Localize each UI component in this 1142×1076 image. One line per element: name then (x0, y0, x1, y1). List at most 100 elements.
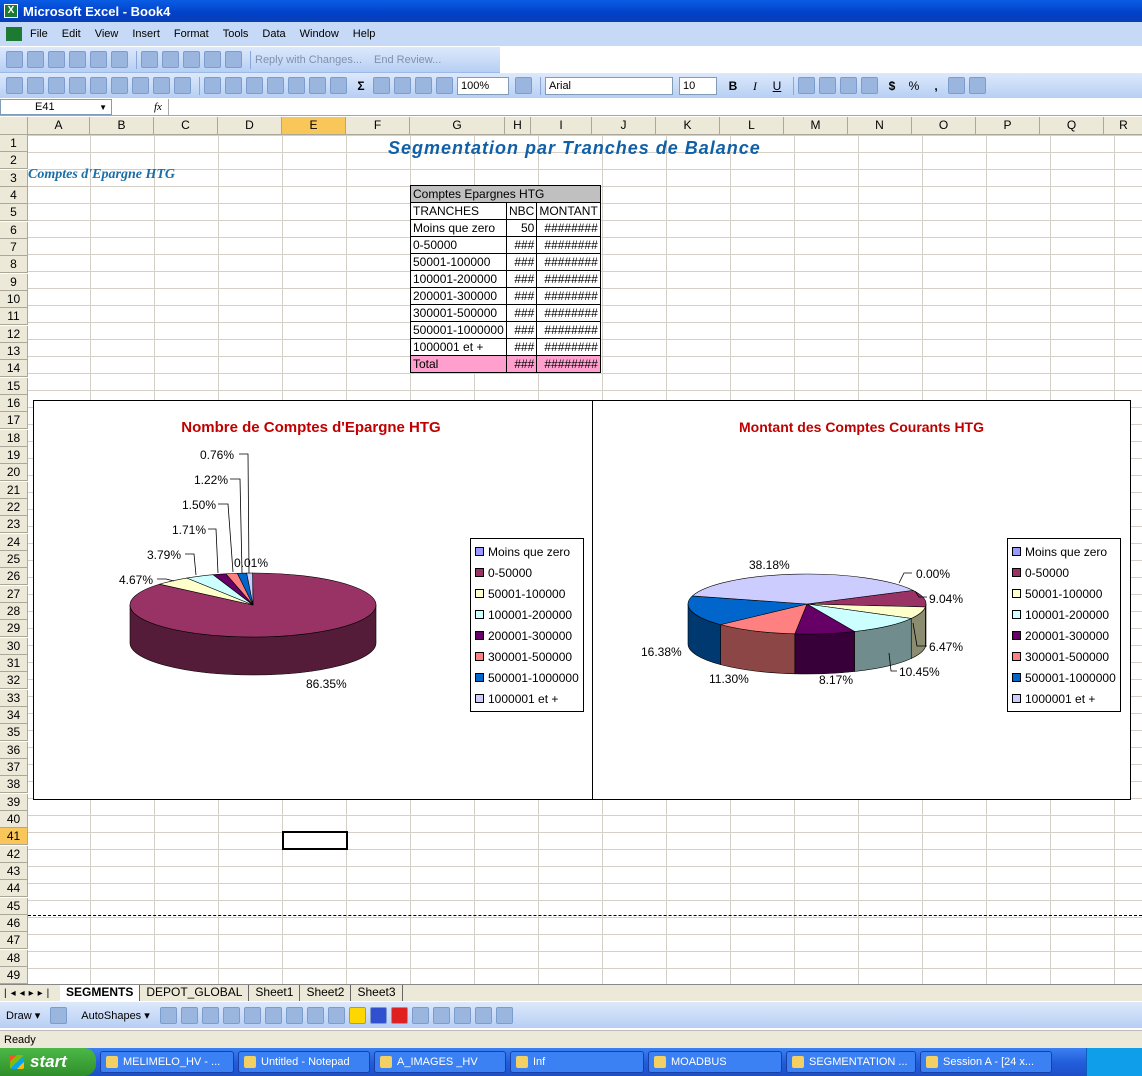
help-icon[interactable] (515, 77, 532, 94)
bold-button[interactable]: B (723, 77, 743, 95)
menu-data[interactable]: Data (262, 28, 285, 40)
column-header-b[interactable]: B (90, 117, 154, 135)
undo-icon[interactable] (288, 77, 305, 94)
table-cell[interactable]: 300001-500000 (410, 304, 507, 322)
table-cell[interactable]: ### (505, 287, 538, 305)
row-header-7[interactable]: 7 (0, 238, 28, 256)
tab-sheet3[interactable]: Sheet3 (351, 985, 403, 1001)
column-header-a[interactable]: A (28, 117, 90, 135)
arrow-style-icon[interactable] (453, 1006, 471, 1024)
table-cell[interactable]: ######## (536, 287, 601, 305)
row-header-25[interactable]: 25 (0, 550, 28, 568)
taskbar-item[interactable]: MELIMELO_HV - ... (100, 1051, 234, 1073)
column-header-l[interactable]: L (720, 117, 784, 135)
paste-icon[interactable] (246, 77, 263, 94)
column-header-f[interactable]: F (346, 117, 410, 135)
print-preview-icon[interactable] (132, 77, 149, 94)
tab-scroll-arrows[interactable]: |◂◂▸▸| (0, 988, 60, 999)
font-size-select[interactable]: 10 (679, 76, 717, 95)
total-cell[interactable]: ### (505, 355, 538, 373)
row-header-8[interactable]: 8 (0, 256, 28, 274)
table-cell[interactable]: 200001-300000 (410, 287, 507, 305)
align-right-icon[interactable] (840, 77, 857, 94)
row-header-36[interactable]: 36 (0, 741, 28, 759)
taskbar-item[interactable]: Session A - [24 x... (920, 1051, 1052, 1073)
row-header-24[interactable]: 24 (0, 533, 28, 551)
research-icon[interactable] (174, 77, 191, 94)
row-header-35[interactable]: 35 (0, 724, 28, 742)
taskbar-item[interactable]: MOADBUS (648, 1051, 782, 1073)
formula-input[interactable] (167, 98, 1142, 115)
column-header-g[interactable]: G (410, 117, 505, 135)
table-cell[interactable]: 1000001 et + (410, 338, 507, 356)
chart-wizard-icon[interactable] (415, 77, 432, 94)
row-header-29[interactable]: 29 (0, 620, 28, 638)
horizontal-scrollbar[interactable] (402, 985, 1142, 1001)
system-tray[interactable] (1086, 1048, 1142, 1076)
table-cell[interactable]: ######## (536, 304, 601, 322)
taskbar-item[interactable]: A_IMAGES _HV (374, 1051, 506, 1073)
tab-segments[interactable]: SEGMENTS (60, 985, 141, 1001)
row-header-38[interactable]: 38 (0, 776, 28, 794)
review-icon-10[interactable] (204, 51, 221, 68)
3d-icon[interactable] (495, 1006, 513, 1024)
column-header-i[interactable]: I (531, 117, 592, 135)
tab-sheet2[interactable]: Sheet2 (300, 985, 352, 1001)
line-icon[interactable] (159, 1006, 177, 1024)
row-header-20[interactable]: 20 (0, 464, 28, 482)
menu-help[interactable]: Help (353, 28, 376, 40)
row-header-19[interactable]: 19 (0, 446, 28, 464)
row-header-14[interactable]: 14 (0, 360, 28, 378)
row-header-1[interactable]: 1 (0, 135, 28, 152)
textbox-icon[interactable] (243, 1006, 261, 1024)
review-icon-11[interactable] (225, 51, 242, 68)
row-header-40[interactable]: 40 (0, 810, 28, 828)
row-header-23[interactable]: 23 (0, 516, 28, 534)
row-header-39[interactable]: 39 (0, 793, 28, 811)
row-header-45[interactable]: 45 (0, 897, 28, 915)
arrow-icon[interactable] (180, 1006, 198, 1024)
drawing-icon[interactable] (436, 77, 453, 94)
reply-with-changes-button[interactable]: Reply with Changes... (255, 54, 362, 66)
review-icon-2[interactable] (27, 51, 44, 68)
column-header-o[interactable]: O (912, 117, 976, 135)
row-header-33[interactable]: 33 (0, 689, 28, 707)
row-header-15[interactable]: 15 (0, 377, 28, 395)
row-header-31[interactable]: 31 (0, 654, 28, 672)
menu-file[interactable]: File (30, 28, 48, 40)
format-painter-icon[interactable] (267, 77, 284, 94)
table-cell[interactable]: ######## (536, 253, 601, 271)
total-cell[interactable]: ######## (536, 355, 601, 373)
open-icon[interactable] (27, 77, 44, 94)
row-header-17[interactable]: 17 (0, 412, 28, 430)
autoshapes-menu-button[interactable]: AutoShapes ▾ (81, 1009, 150, 1022)
taskbar-item[interactable]: Inf (510, 1051, 644, 1073)
column-header-m[interactable]: M (784, 117, 848, 135)
column-header-n[interactable]: N (848, 117, 912, 135)
column-header-h[interactable]: H (505, 117, 531, 135)
total-label[interactable]: Total (410, 355, 507, 373)
row-header-11[interactable]: 11 (0, 308, 28, 326)
table-cell[interactable]: ### (505, 236, 538, 254)
row-header-46[interactable]: 46 (0, 914, 28, 932)
new-icon[interactable] (6, 77, 23, 94)
row-header-18[interactable]: 18 (0, 429, 28, 447)
review-icon-4[interactable] (69, 51, 86, 68)
table-caption[interactable]: Comptes Epargnes HTG (410, 185, 601, 203)
menu-view[interactable]: View (95, 28, 119, 40)
row-header-27[interactable]: 27 (0, 585, 28, 603)
table-cell[interactable]: Moins que zero (410, 219, 507, 237)
row-header-32[interactable]: 32 (0, 672, 28, 690)
row-header-44[interactable]: 44 (0, 880, 28, 898)
zoom-select[interactable]: 100% (457, 76, 509, 95)
table-cell[interactable]: ### (505, 253, 538, 271)
table-header[interactable]: NBC (505, 202, 538, 220)
table-header[interactable]: MONTANT (536, 202, 601, 220)
menu-window[interactable]: Window (300, 28, 339, 40)
tab-sheet1[interactable]: Sheet1 (249, 985, 301, 1001)
table-cell[interactable]: ### (505, 338, 538, 356)
table-cell[interactable]: 50001-100000 (410, 253, 507, 271)
increase-decimal-icon[interactable] (948, 77, 965, 94)
line-style-icon[interactable] (411, 1006, 429, 1024)
table-cell[interactable]: ######## (536, 270, 601, 288)
